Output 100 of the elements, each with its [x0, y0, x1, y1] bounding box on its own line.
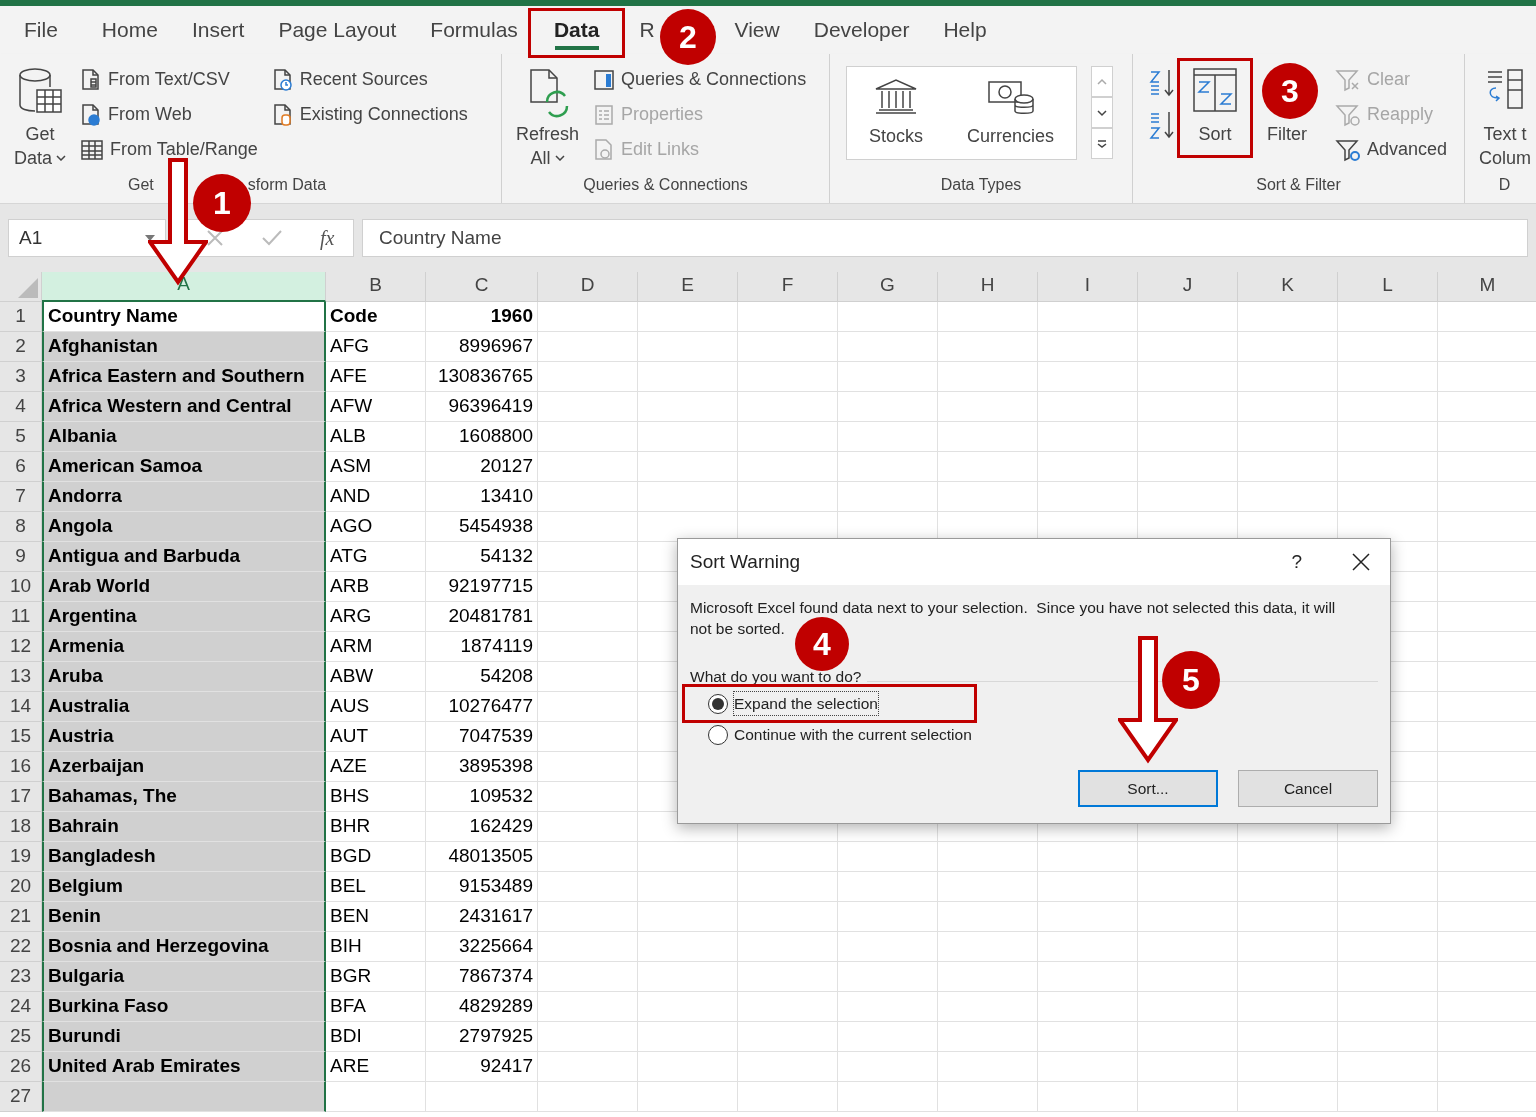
row-header[interactable]: 12 — [0, 632, 42, 662]
table-cell[interactable]: ASM — [326, 452, 426, 482]
ribbon-button[interactable]: Get Data — [14, 66, 67, 170]
dialog-button[interactable]: Sort... — [1078, 770, 1218, 808]
table-cell[interactable]: BGD — [326, 842, 426, 872]
close-button[interactable] — [1352, 553, 1370, 571]
table-cell[interactable]: Angola — [42, 512, 326, 542]
table-cell[interactable]: BDI — [326, 1022, 426, 1052]
column-header[interactable]: B — [326, 272, 426, 302]
table-cell[interactable]: Argentina — [42, 602, 326, 632]
table-cell[interactable]: Austria — [42, 722, 326, 752]
ribbon-button[interactable]: Refresh All — [516, 66, 580, 170]
row-header[interactable]: 3 — [0, 362, 42, 392]
radio-option[interactable]: Continue with the current selection — [708, 719, 972, 751]
row-header[interactable]: 15 — [0, 722, 42, 752]
table-cell[interactable]: AFW — [326, 392, 426, 422]
table-cell[interactable]: BHR — [326, 812, 426, 842]
table-cell[interactable]: United Arab Emirates — [42, 1052, 326, 1082]
ribbon-tab[interactable]: Help — [943, 10, 987, 50]
table-cell[interactable]: 130836765 — [426, 362, 538, 392]
table-cell[interactable]: Andorra — [42, 482, 326, 512]
ribbon-button[interactable]: From Text/CSV — [80, 66, 258, 93]
table-cell[interactable]: AND — [326, 482, 426, 512]
table-cell[interactable]: 92197715 — [426, 572, 538, 602]
table-cell[interactable]: ARB — [326, 572, 426, 602]
column-header[interactable]: E — [638, 272, 738, 302]
column-header[interactable]: K — [1238, 272, 1338, 302]
table-cell[interactable]: Armenia — [42, 632, 326, 662]
table-cell[interactable]: ARE — [326, 1052, 426, 1082]
table-cell[interactable]: Africa Eastern and Southern — [42, 362, 326, 392]
table-cell[interactable]: 92417 — [426, 1052, 538, 1082]
column-header[interactable]: F — [738, 272, 838, 302]
table-cell[interactable]: 4829289 — [426, 992, 538, 1022]
row-header[interactable]: 6 — [0, 452, 42, 482]
ribbon-button[interactable]: From Web — [80, 101, 258, 128]
column-header[interactable]: G — [838, 272, 938, 302]
table-cell[interactable]: 7047539 — [426, 722, 538, 752]
table-cell[interactable]: 1874119 — [426, 632, 538, 662]
row-header[interactable]: 21 — [0, 902, 42, 932]
row-header[interactable]: 4 — [0, 392, 42, 422]
table-cell[interactable]: Arab World — [42, 572, 326, 602]
row-header[interactable]: 24 — [0, 992, 42, 1022]
table-cell[interactable]: BGR — [326, 962, 426, 992]
row-header[interactable]: 19 — [0, 842, 42, 872]
row-header[interactable]: 13 — [0, 662, 42, 692]
ribbon-tab[interactable]: Data — [553, 10, 600, 50]
ribbon-tab[interactable]: File — [24, 10, 58, 50]
row-header[interactable]: 27 — [0, 1082, 42, 1112]
table-cell[interactable]: 162429 — [426, 812, 538, 842]
column-header[interactable]: C — [426, 272, 538, 302]
table-cell[interactable]: Albania — [42, 422, 326, 452]
table-cell[interactable]: Bangladesh — [42, 842, 326, 872]
row-header[interactable]: 5 — [0, 422, 42, 452]
row-header[interactable]: 23 — [0, 962, 42, 992]
table-cell[interactable]: 96396419 — [426, 392, 538, 422]
ribbon-button[interactable]: Queries & Connections — [593, 66, 807, 93]
table-cell[interactable]: Burkina Faso — [42, 992, 326, 1022]
table-cell[interactable]: BEL — [326, 872, 426, 902]
table-cell[interactable]: ARM — [326, 632, 426, 662]
table-cell[interactable]: Code — [326, 302, 426, 332]
table-cell[interactable]: Antigua and Barbuda — [42, 542, 326, 572]
column-header[interactable]: M — [1438, 272, 1536, 302]
row-header[interactable]: 14 — [0, 692, 42, 722]
row-header[interactable]: 16 — [0, 752, 42, 782]
table-cell[interactable]: 54208 — [426, 662, 538, 692]
column-header[interactable]: D — [538, 272, 638, 302]
table-cell[interactable]: 3225664 — [426, 932, 538, 962]
ribbon-button[interactable]: Recent Sources — [271, 66, 468, 93]
column-header[interactable]: A — [42, 272, 326, 302]
table-cell[interactable]: American Samoa — [42, 452, 326, 482]
table-cell[interactable]: Africa Western and Central — [42, 392, 326, 422]
row-header[interactable]: 7 — [0, 482, 42, 512]
row-header[interactable]: 17 — [0, 782, 42, 812]
table-cell[interactable]: 109532 — [426, 782, 538, 812]
name-box[interactable]: A1 — [8, 219, 166, 257]
table-cell[interactable]: ALB — [326, 422, 426, 452]
ribbon-button[interactable]: Advanced — [1335, 136, 1448, 163]
table-cell[interactable]: Bahamas, The — [42, 782, 326, 812]
table-cell[interactable]: Bulgaria — [42, 962, 326, 992]
table-cell[interactable]: 54132 — [426, 542, 538, 572]
table-cell[interactable]: 1960 — [426, 302, 538, 332]
table-cell[interactable]: Australia — [42, 692, 326, 722]
ribbon-tab[interactable]: R — [639, 10, 655, 50]
row-header[interactable]: 2 — [0, 332, 42, 362]
table-cell[interactable] — [42, 1082, 326, 1112]
table-cell[interactable]: BIH — [326, 932, 426, 962]
table-cell[interactable]: ATG — [326, 542, 426, 572]
table-cell[interactable]: BEN — [326, 902, 426, 932]
row-header[interactable]: 20 — [0, 872, 42, 902]
insert-function-button[interactable]: fx — [319, 223, 335, 253]
table-cell[interactable]: BFA — [326, 992, 426, 1022]
row-header[interactable]: 25 — [0, 1022, 42, 1052]
data-type-button[interactable]: Currencies — [945, 67, 1077, 159]
table-cell[interactable]: AUS — [326, 692, 426, 722]
row-header[interactable]: 9 — [0, 542, 42, 572]
table-cell[interactable]: 8996967 — [426, 332, 538, 362]
table-cell[interactable]: ABW — [326, 662, 426, 692]
row-header[interactable]: 11 — [0, 602, 42, 632]
table-cell[interactable]: 7867374 — [426, 962, 538, 992]
row-header[interactable]: 10 — [0, 572, 42, 602]
